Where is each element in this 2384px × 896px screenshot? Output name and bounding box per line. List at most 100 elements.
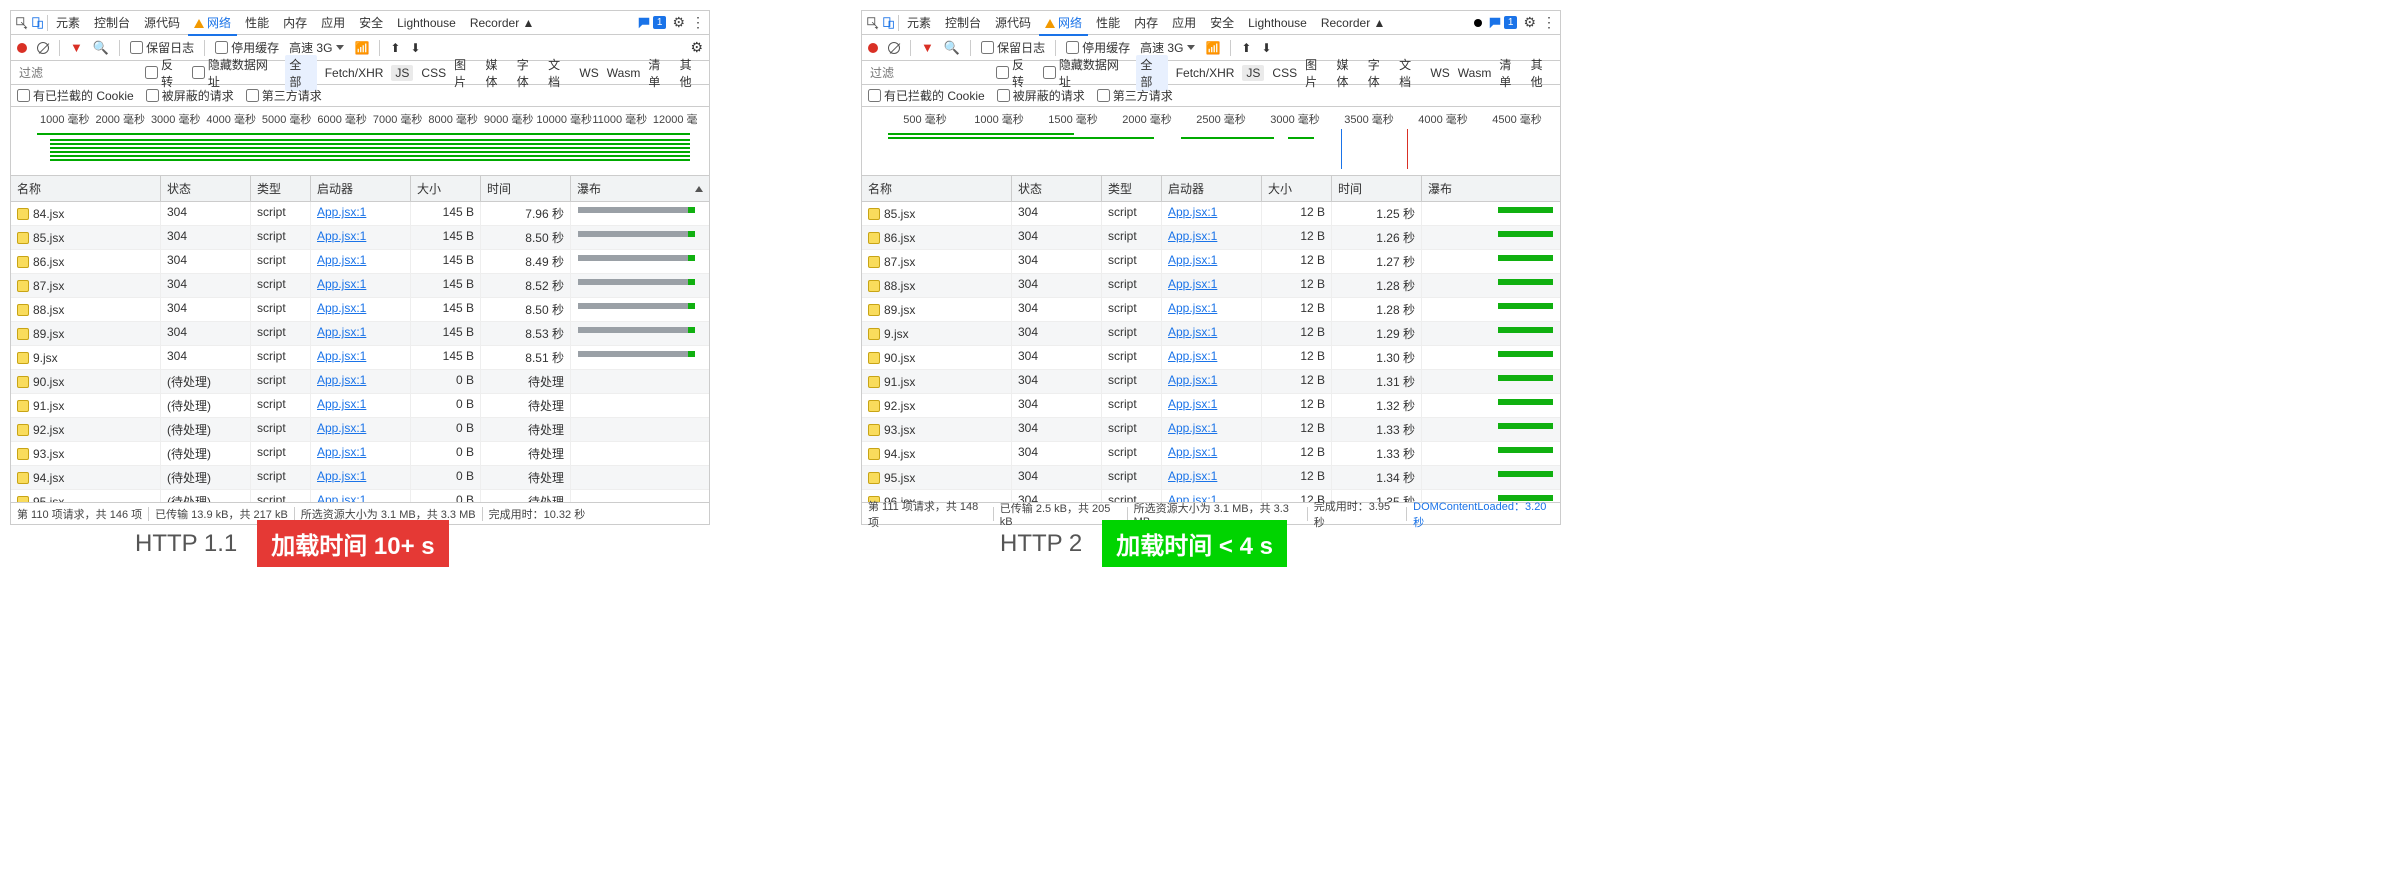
initiator-link[interactable]: App.jsx:1 (1168, 277, 1217, 291)
col-time[interactable]: 时间 (1332, 176, 1422, 201)
table-row[interactable]: 91.jsx(待处理)scriptApp.jsx:10 B待处理 (11, 394, 709, 418)
tab-elements[interactable]: 元素 (50, 10, 86, 35)
initiator-link[interactable]: App.jsx:1 (1168, 445, 1217, 459)
preserve-log-checkbox[interactable]: 保留日志 (981, 39, 1045, 56)
tab-elements[interactable]: 元素 (901, 10, 937, 35)
table-row[interactable]: 9.jsx304scriptApp.jsx:1145 B8.51 秒 (11, 346, 709, 370)
filter-manifest[interactable]: 清单 (648, 56, 671, 90)
tab-security[interactable]: 安全 (1204, 10, 1240, 35)
tab-recorder[interactable]: Recorder ▲ (464, 12, 541, 34)
filter-other[interactable]: 其他 (1531, 56, 1554, 90)
upload-icon[interactable]: ⬆ (1241, 41, 1251, 55)
download-icon[interactable]: ⬇ (410, 41, 420, 55)
throttle-select[interactable]: 高速 3G (289, 39, 344, 56)
panel-gear-icon[interactable]: ⚙ (690, 39, 703, 56)
filter-media[interactable]: 媒体 (485, 56, 508, 90)
search-icon[interactable]: 🔍 (944, 40, 960, 56)
tab-memory[interactable]: 内存 (1128, 10, 1164, 35)
tab-security[interactable]: 安全 (353, 10, 389, 35)
table-row[interactable]: 9.jsx304scriptApp.jsx:112 B1.29 秒 (862, 322, 1560, 346)
blocked-cookies-checkbox[interactable]: 有已拦截的 Cookie (17, 87, 134, 104)
col-waterfall[interactable]: 瀑布 (571, 176, 709, 201)
tab-network[interactable]: 网络 (188, 10, 237, 35)
throttle-select[interactable]: 高速 3G (1140, 39, 1195, 56)
filter-input[interactable] (17, 65, 137, 81)
initiator-link[interactable]: App.jsx:1 (317, 205, 366, 219)
tab-lighthouse[interactable]: Lighthouse (1242, 12, 1313, 34)
timeline-overview[interactable]: 1000 毫秒2000 毫秒3000 毫秒4000 毫秒5000 毫秒6000 … (11, 107, 709, 176)
table-row[interactable]: 87.jsx304scriptApp.jsx:1145 B8.52 秒 (11, 274, 709, 298)
col-size[interactable]: 大小 (1262, 176, 1332, 201)
filter-media[interactable]: 媒体 (1336, 56, 1359, 90)
col-initiator[interactable]: 启动器 (311, 176, 411, 201)
col-name[interactable]: 名称 (862, 176, 1012, 201)
hide-data-checkbox[interactable]: 隐藏数据网址 (192, 56, 278, 90)
more-icon[interactable]: ⋮ (691, 14, 705, 31)
initiator-link[interactable]: App.jsx:1 (1168, 397, 1217, 411)
hide-data-checkbox[interactable]: 隐藏数据网址 (1043, 56, 1129, 90)
blocked-requests-checkbox[interactable]: 被屏蔽的请求 (146, 87, 234, 104)
filter-wasm[interactable]: Wasm (1458, 66, 1492, 80)
col-status[interactable]: 状态 (161, 176, 251, 201)
network-conditions-icon[interactable]: 📶 (1205, 41, 1220, 55)
initiator-link[interactable]: App.jsx:1 (1168, 253, 1217, 267)
comments-badge[interactable]: 1 (637, 16, 667, 30)
filter-ws[interactable]: WS (1430, 66, 1449, 80)
col-initiator[interactable]: 启动器 (1162, 176, 1262, 201)
filter-js[interactable]: JS (391, 65, 413, 81)
disable-cache-checkbox[interactable]: 停用缓存 (1066, 39, 1130, 56)
initiator-link[interactable]: App.jsx:1 (1168, 205, 1217, 219)
initiator-link[interactable]: App.jsx:1 (317, 349, 366, 363)
filter-icon[interactable]: ▼ (70, 40, 83, 55)
filter-doc[interactable]: 文档 (1399, 56, 1422, 90)
device-icon[interactable] (882, 16, 896, 30)
initiator-link[interactable]: App.jsx:1 (1168, 301, 1217, 315)
filter-input[interactable] (868, 65, 988, 81)
initiator-link[interactable]: App.jsx:1 (317, 493, 366, 502)
table-row[interactable]: 85.jsx304scriptApp.jsx:112 B1.25 秒 (862, 202, 1560, 226)
record-icon[interactable] (868, 43, 878, 53)
col-waterfall[interactable]: 瀑布 (1422, 176, 1560, 201)
tab-lighthouse[interactable]: Lighthouse (391, 12, 462, 34)
filter-css[interactable]: CSS (1272, 66, 1297, 80)
table-row[interactable]: 95.jsx304scriptApp.jsx:112 B1.34 秒 (862, 466, 1560, 490)
tab-memory[interactable]: 内存 (277, 10, 313, 35)
invert-checkbox[interactable]: 反转 (145, 56, 184, 90)
tab-console[interactable]: 控制台 (939, 10, 987, 35)
table-row[interactable]: 92.jsx(待处理)scriptApp.jsx:10 B待处理 (11, 418, 709, 442)
comments-badge[interactable]: 1 (1488, 16, 1518, 30)
filter-img[interactable]: 图片 (1305, 56, 1328, 90)
inspect-icon[interactable] (15, 16, 29, 30)
table-row[interactable]: 89.jsx304scriptApp.jsx:1145 B8.53 秒 (11, 322, 709, 346)
filter-img[interactable]: 图片 (454, 56, 477, 90)
col-time[interactable]: 时间 (481, 176, 571, 201)
initiator-link[interactable]: App.jsx:1 (317, 253, 366, 267)
filter-all[interactable]: 全部 (285, 55, 316, 91)
table-row[interactable]: 94.jsx(待处理)scriptApp.jsx:10 B待处理 (11, 466, 709, 490)
initiator-link[interactable]: App.jsx:1 (1168, 349, 1217, 363)
filter-doc[interactable]: 文档 (548, 56, 571, 90)
initiator-link[interactable]: App.jsx:1 (1168, 421, 1217, 435)
table-row[interactable]: 88.jsx304scriptApp.jsx:1145 B8.50 秒 (11, 298, 709, 322)
table-row[interactable]: 89.jsx304scriptApp.jsx:112 B1.28 秒 (862, 298, 1560, 322)
tab-performance[interactable]: 性能 (239, 10, 275, 35)
col-type[interactable]: 类型 (251, 176, 311, 201)
initiator-link[interactable]: App.jsx:1 (1168, 373, 1217, 387)
tab-application[interactable]: 应用 (1166, 10, 1202, 35)
tab-console[interactable]: 控制台 (88, 10, 136, 35)
blocked-requests-checkbox[interactable]: 被屏蔽的请求 (997, 87, 1085, 104)
col-status[interactable]: 状态 (1012, 176, 1102, 201)
initiator-link[interactable]: App.jsx:1 (317, 397, 366, 411)
filter-css[interactable]: CSS (421, 66, 446, 80)
initiator-link[interactable]: App.jsx:1 (317, 445, 366, 459)
clear-icon[interactable] (888, 42, 900, 54)
initiator-link[interactable]: App.jsx:1 (1168, 229, 1217, 243)
table-row[interactable]: 85.jsx304scriptApp.jsx:1145 B8.50 秒 (11, 226, 709, 250)
third-party-checkbox[interactable]: 第三方请求 (1097, 87, 1173, 104)
initiator-link[interactable]: App.jsx:1 (317, 469, 366, 483)
inspect-icon[interactable] (866, 16, 880, 30)
initiator-link[interactable]: App.jsx:1 (317, 229, 366, 243)
filter-fetchxhr[interactable]: Fetch/XHR (1176, 66, 1235, 80)
third-party-checkbox[interactable]: 第三方请求 (246, 87, 322, 104)
tab-application[interactable]: 应用 (315, 10, 351, 35)
